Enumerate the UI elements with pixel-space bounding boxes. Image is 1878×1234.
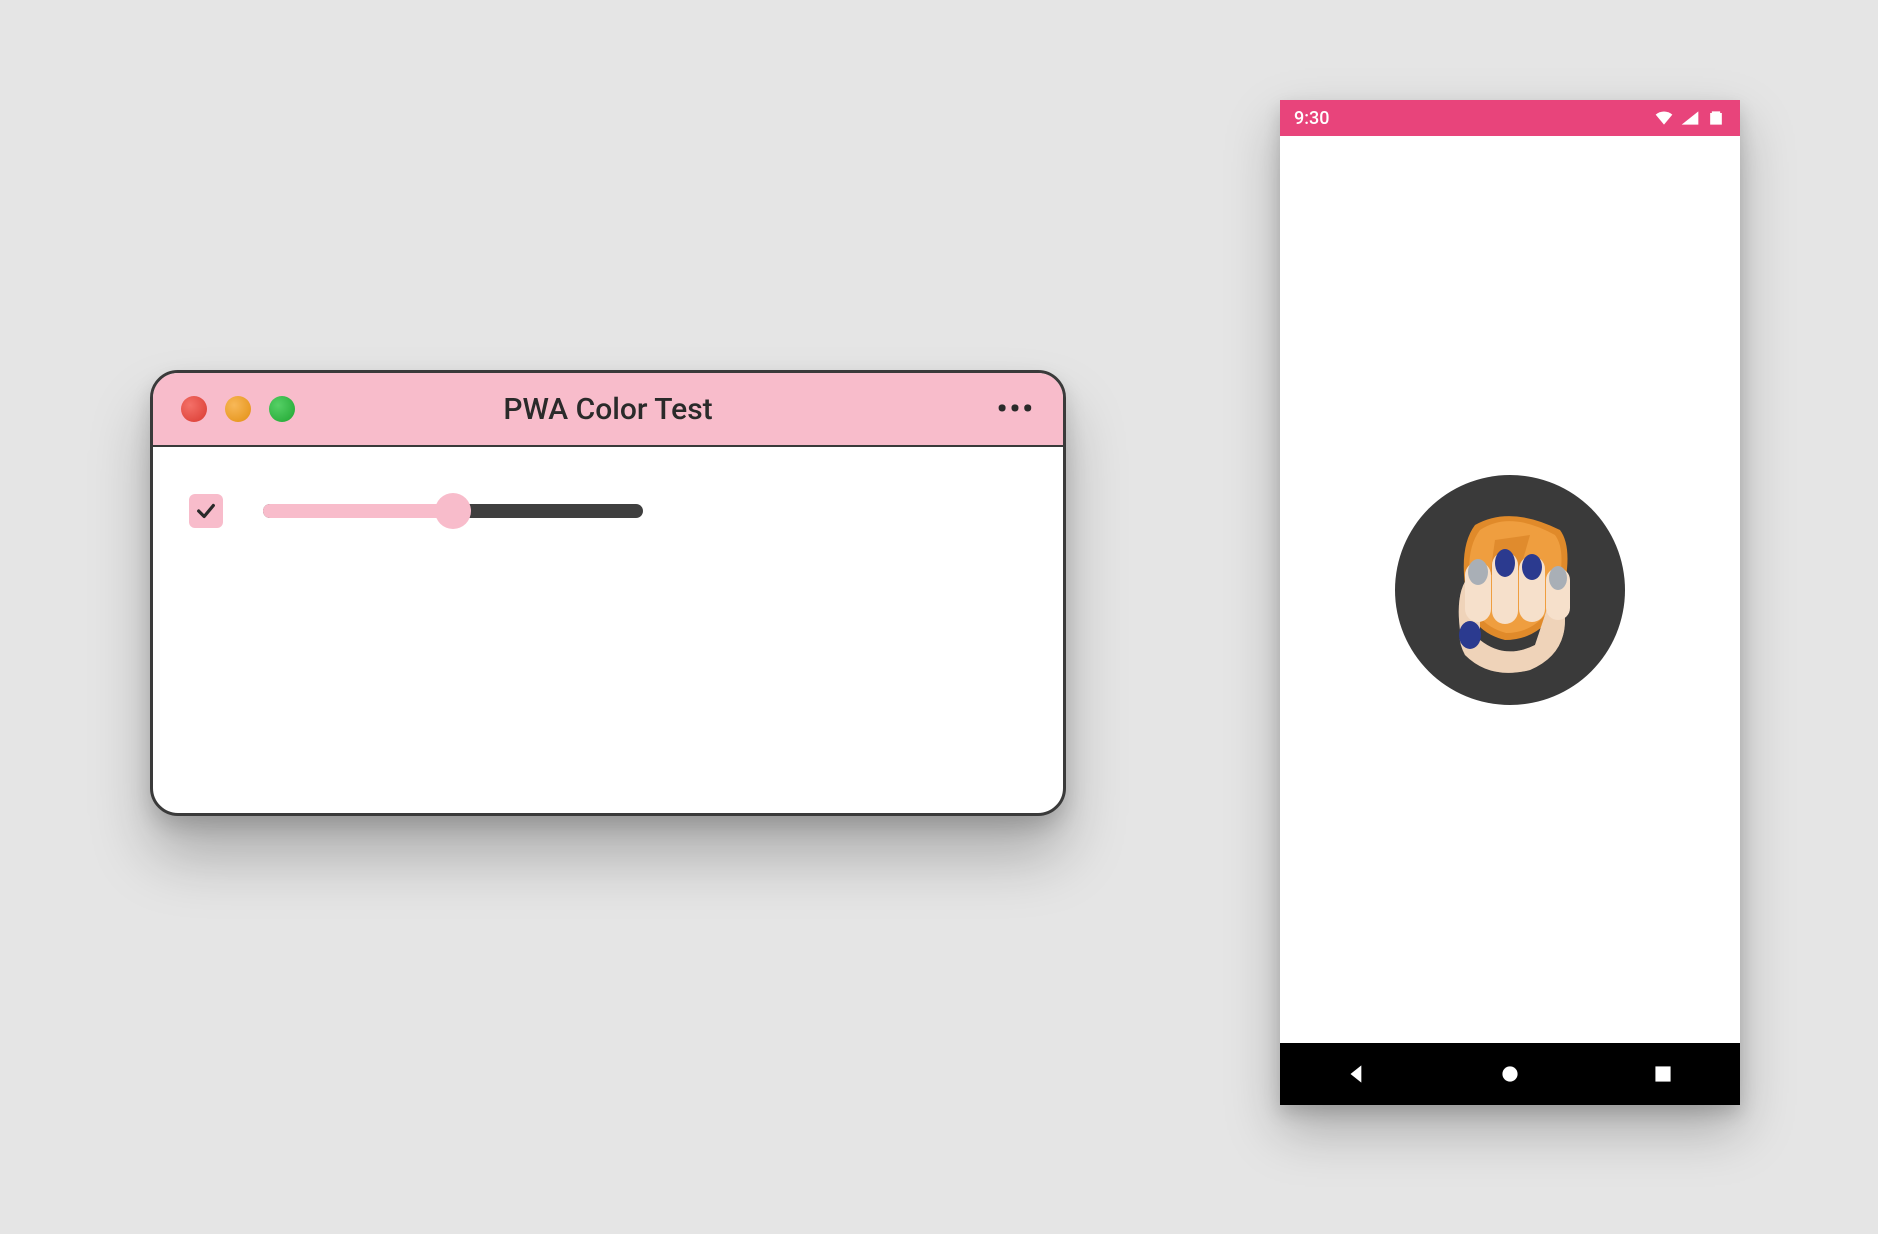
- status-time: 9:30: [1294, 108, 1329, 129]
- android-nav-bar: [1280, 1043, 1740, 1105]
- status-icons: [1654, 108, 1726, 128]
- signal-icon: [1680, 108, 1700, 128]
- window-body: [153, 447, 1063, 575]
- minimize-icon[interactable]: [225, 396, 251, 422]
- slider-fill: [263, 504, 453, 518]
- more-options-icon[interactable]: •••: [997, 392, 1035, 427]
- recents-button[interactable]: [1648, 1059, 1678, 1089]
- home-icon: [1497, 1061, 1523, 1087]
- pwa-desktop-window: PWA Color Test •••: [150, 370, 1066, 816]
- accent-checkbox[interactable]: [189, 494, 223, 528]
- wifi-icon: [1654, 108, 1674, 128]
- traffic-lights: [181, 396, 295, 422]
- maximize-icon[interactable]: [269, 396, 295, 422]
- check-icon: [195, 500, 217, 522]
- accent-slider[interactable]: [263, 491, 643, 531]
- phone-splash-screen: 9:30: [1280, 100, 1740, 1105]
- close-icon[interactable]: [181, 396, 207, 422]
- splash-content: [1280, 136, 1740, 1043]
- splash-icon-circle: [1395, 475, 1625, 705]
- back-button[interactable]: [1342, 1059, 1372, 1089]
- squoosh-hand-icon: [1410, 490, 1610, 690]
- window-titlebar[interactable]: PWA Color Test •••: [153, 373, 1063, 447]
- status-bar: 9:30: [1280, 100, 1740, 136]
- recents-icon: [1650, 1061, 1676, 1087]
- battery-icon: [1706, 108, 1726, 128]
- home-button[interactable]: [1495, 1059, 1525, 1089]
- back-icon: [1344, 1061, 1370, 1087]
- slider-thumb[interactable]: [435, 493, 471, 529]
